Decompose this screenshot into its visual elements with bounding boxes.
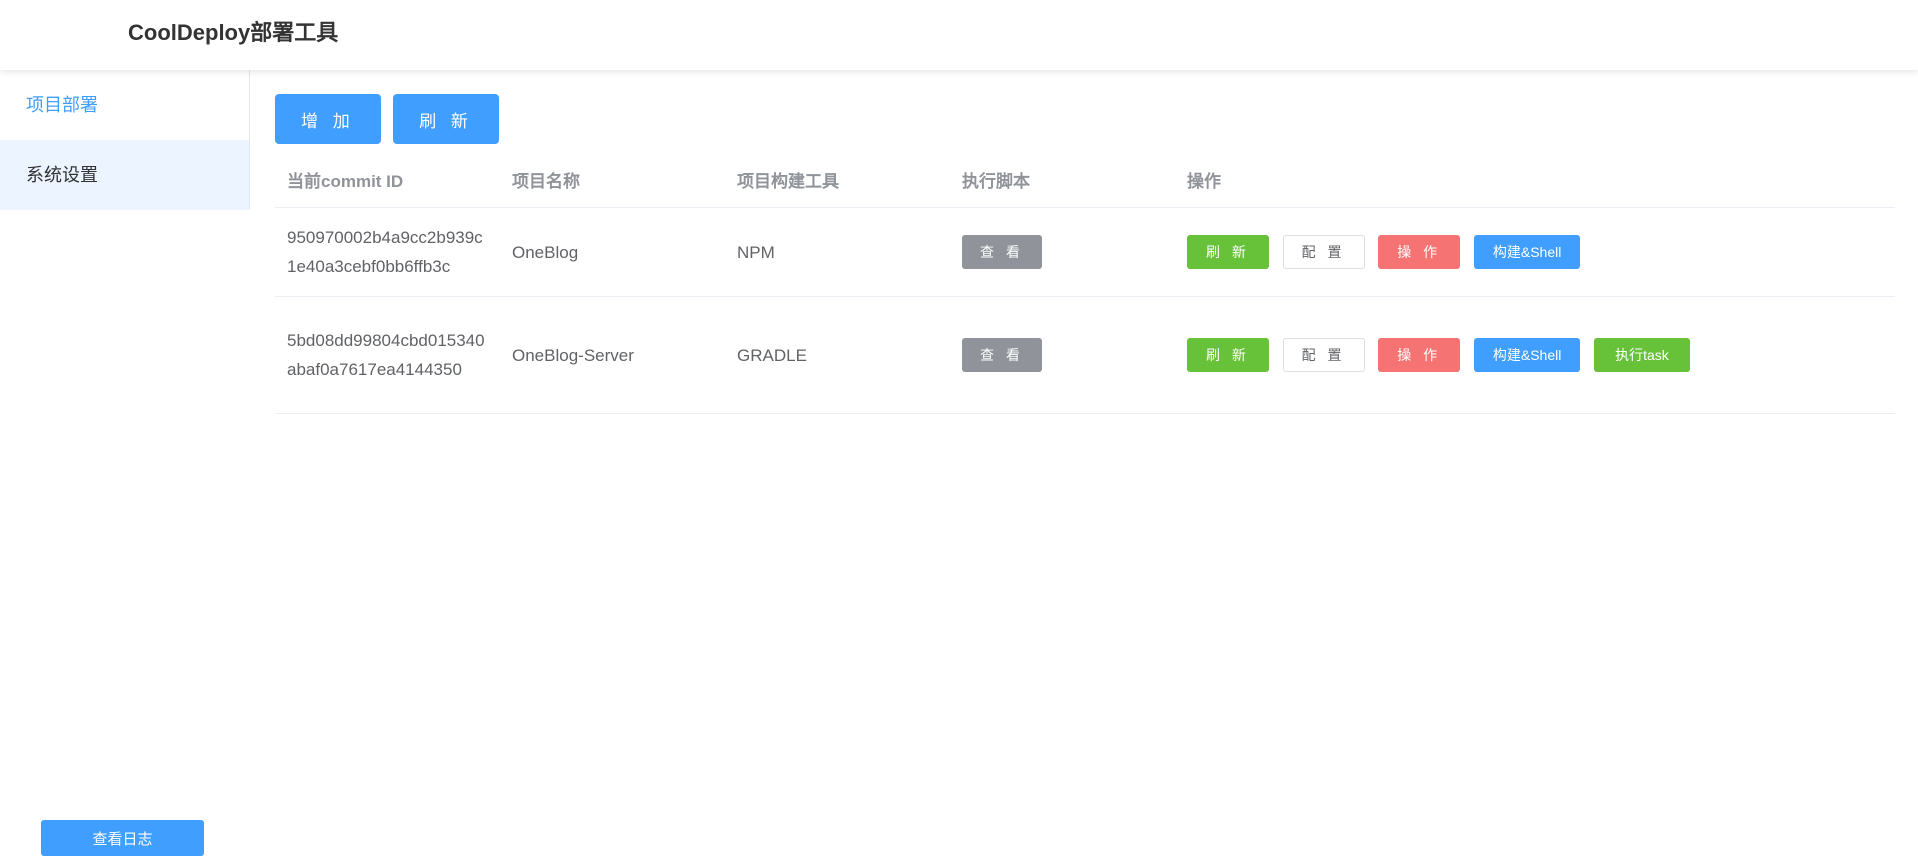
project-name-cell: OneBlog [512, 242, 579, 262]
toolbar: 增 加 刷 新 [275, 94, 507, 144]
refresh-button[interactable]: 刷 新 [393, 94, 499, 144]
app-header: CoolDeploy部署工具 [0, 0, 1918, 70]
header-project-name: 项目名称 [512, 172, 580, 191]
app-title: CoolDeploy部署工具 [128, 20, 339, 45]
row-operate-button[interactable]: 操 作 [1378, 235, 1461, 269]
row-build-shell-button[interactable]: 构建&Shell [1473, 235, 1581, 269]
row-config-button[interactable]: 配 置 [1282, 235, 1365, 269]
row-config-button[interactable]: 配 置 [1282, 338, 1365, 372]
project-table: 当前commit ID 项目名称 项目构建工具 执行脚本 操作 95097000… [275, 152, 1895, 414]
row-build-shell-button[interactable]: 构建&Shell [1473, 338, 1581, 372]
view-log-button[interactable]: 查看日志 [41, 820, 204, 856]
view-script-button[interactable]: 查 看 [962, 235, 1042, 269]
script-cell: 查 看 [950, 235, 1175, 269]
sidebar-item-system-settings[interactable]: 系统设置 [0, 140, 249, 210]
row-operate-button[interactable]: 操 作 [1378, 338, 1461, 372]
sidebar-item-project-deploy[interactable]: 项目部署 [0, 70, 249, 140]
build-tool-cell: NPM [737, 242, 775, 262]
table-row: 950970002b4a9cc2b939c1e40a3cebf0bb6ffb3c… [275, 208, 1895, 297]
table-row: 5bd08dd99804cbd015340abaf0a7617ea4144350… [275, 297, 1895, 414]
row-refresh-button[interactable]: 刷 新 [1187, 338, 1269, 372]
view-script-button[interactable]: 查 看 [962, 338, 1042, 372]
add-button[interactable]: 增 加 [275, 94, 381, 144]
actions-cell: 刷 新 配 置 操 作 构建&Shell 执行task [1175, 338, 1895, 372]
project-name-cell: OneBlog-Server [512, 345, 634, 365]
row-refresh-button[interactable]: 刷 新 [1187, 235, 1269, 269]
commit-id-cell: 950970002b4a9cc2b939c1e40a3cebf0bb6ffb3c [287, 228, 483, 276]
script-cell: 查 看 [950, 338, 1175, 372]
sidebar-menu: 项目部署 系统设置 [0, 70, 250, 210]
actions-cell: 刷 新 配 置 操 作 构建&Shell [1175, 235, 1895, 269]
row-run-task-button[interactable]: 执行task [1594, 338, 1690, 372]
header-actions: 操作 [1187, 172, 1221, 191]
table-header: 当前commit ID 项目名称 项目构建工具 执行脚本 操作 [275, 152, 1895, 208]
header-script: 执行脚本 [962, 172, 1030, 191]
build-tool-cell: GRADLE [737, 345, 807, 365]
commit-id-cell: 5bd08dd99804cbd015340abaf0a7617ea4144350 [287, 331, 485, 379]
header-commit-id: 当前commit ID [287, 172, 404, 191]
header-build-tool: 项目构建工具 [737, 172, 839, 191]
sidebar: 项目部署 系统设置 查看日志 [0, 70, 250, 856]
main-content: 增 加 刷 新 当前commit ID 项目名称 项目构建工具 执行脚本 操作 … [250, 70, 1918, 855]
